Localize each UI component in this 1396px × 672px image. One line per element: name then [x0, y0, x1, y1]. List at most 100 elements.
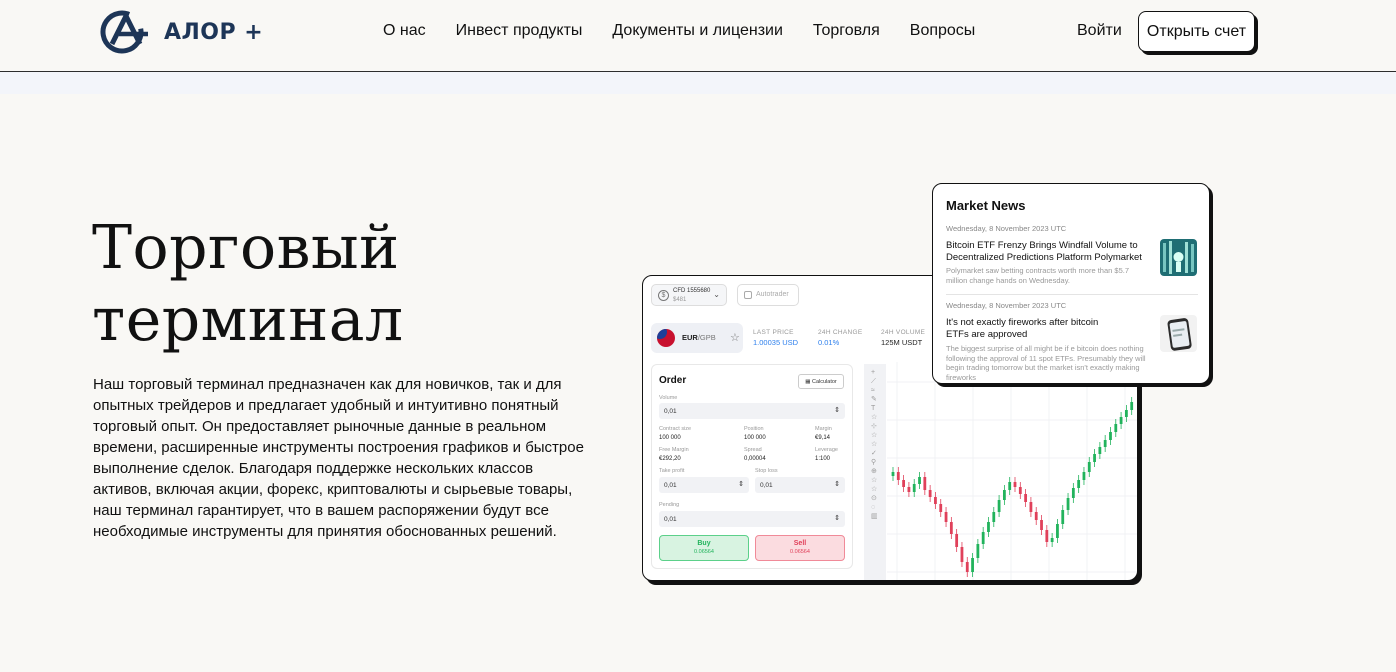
nav-documents[interactable]: Документы и лицензии — [612, 22, 783, 40]
candle-body — [1082, 472, 1086, 480]
candle-body — [965, 562, 969, 572]
volume-input[interactable]: 0,01 ⇕ — [659, 403, 845, 419]
pair-base: EUR — [682, 333, 698, 342]
site-header: АЛОР + О нас Инвест продукты Документы и… — [0, 0, 1396, 72]
candle-body — [1056, 524, 1059, 538]
stat-24h-volume: 24H VOLUME 125M USDT — [881, 329, 925, 347]
take-profit-input[interactable]: 0,01 ⇕ — [659, 477, 749, 493]
candle-body — [1119, 417, 1123, 424]
logo-text: АЛОР + — [164, 19, 264, 45]
line-tool-icon[interactable]: ⟋ — [871, 377, 876, 386]
news-summary: Polymarket saw betting contracts worth m… — [946, 266, 1130, 285]
alor-logo-icon — [100, 10, 148, 54]
autotrader-button[interactable]: Autotrader — [737, 284, 799, 306]
news-date: Wednesday, 8 November 2023 UTC — [946, 224, 1067, 233]
hero-description: Наш торговый терминал предназначен как д… — [93, 376, 584, 540]
account-id: CFD 1555680 — [673, 288, 711, 294]
pair-selector[interactable]: EUR/GPB ☆ — [651, 323, 743, 353]
candle-body — [997, 500, 1001, 512]
nav-invest-products[interactable]: Инвест продукты — [456, 22, 583, 40]
flag-icon — [657, 329, 675, 347]
sell-price: 0.06564 — [790, 549, 810, 555]
star-icon[interactable]: ☆ — [730, 331, 740, 344]
calculator-icon: ▦ — [805, 378, 812, 385]
nav-trading[interactable]: Торговля — [813, 22, 880, 40]
detail-label: Leverage — [815, 447, 838, 453]
star-tool-icon[interactable]: ☆ — [871, 485, 877, 494]
candle-body — [939, 504, 943, 512]
trash-icon[interactable]: ▥ — [871, 512, 878, 521]
candlestick-chart[interactable] — [887, 362, 1138, 581]
sell-button[interactable]: Sell 0.06564 — [755, 535, 845, 561]
drawing-toolbar: + ⟋ ≈ ✎ T ☆ ⊹ ☆ ☆ ✓ ⚲ ⊕ ☆ ☆ ⊙ ◌ ▥ — [864, 364, 886, 580]
star-tool-icon[interactable]: ☆ — [871, 413, 877, 422]
candle-body — [1066, 498, 1070, 510]
volume-value: 0,01 — [664, 408, 677, 415]
news-separator — [946, 294, 1198, 295]
detail-label: Contract size — [659, 426, 692, 432]
stat-value: 0.01% — [818, 338, 840, 347]
account-selector[interactable]: $ CFD 1555680 $481 ⌄ — [651, 284, 727, 306]
news-headline[interactable]: Bitcoin ETF Frenzy Brings Windfall Volum… — [946, 240, 1156, 264]
candle-body — [960, 547, 964, 562]
check-tool-icon[interactable]: ✓ — [871, 449, 877, 458]
candle-body — [1103, 440, 1107, 447]
buy-button[interactable]: Buy 0.06564 — [659, 535, 749, 561]
sell-label: Sell — [793, 540, 807, 547]
logo[interactable]: АЛОР + — [96, 8, 263, 56]
calculator-button[interactable]: ▦ Calculator — [798, 374, 844, 389]
candle-body — [992, 512, 996, 522]
news-thumbnail[interactable] — [1160, 315, 1197, 352]
candle-body — [928, 490, 932, 497]
brush-tool-icon[interactable]: ✎ — [871, 395, 877, 404]
login-link[interactable]: Войти — [1077, 22, 1122, 40]
detail-value: €292,20 — [659, 456, 681, 462]
candle-body — [891, 472, 895, 476]
nav-about[interactable]: О нас — [383, 22, 426, 40]
zoom-icon[interactable]: ⊕ — [871, 467, 877, 476]
candle-body — [1114, 424, 1118, 432]
header-divider-strip — [0, 72, 1396, 94]
stepper-icon[interactable]: ⇕ — [834, 480, 840, 488]
order-title: Order — [659, 375, 687, 386]
news-headline[interactable]: It's not exactly fireworks after bitcoin… — [946, 317, 1116, 341]
candle-body — [1024, 494, 1028, 502]
stepper-icon[interactable]: ⇕ — [834, 406, 840, 414]
take-profit-value: 0,01 — [664, 482, 677, 489]
link-tool-icon[interactable]: ⚲ — [871, 458, 876, 467]
lock-icon[interactable]: ⊙ — [871, 494, 877, 503]
candle-body — [934, 497, 937, 504]
detail-value: 100 000 — [659, 435, 681, 441]
stepper-icon[interactable]: ⇕ — [834, 514, 840, 522]
stat-24h-change: 24H CHANGE 0.01% — [818, 329, 863, 347]
open-account-button[interactable]: Открыть счет — [1138, 11, 1255, 52]
candle-body — [1029, 502, 1033, 512]
account-balance: $481 — [673, 297, 687, 303]
star-tool-icon[interactable]: ☆ — [871, 431, 877, 440]
candle-body — [1077, 480, 1081, 488]
crosshair-icon[interactable]: + — [871, 368, 875, 377]
star-tool-icon[interactable]: ☆ — [871, 476, 877, 485]
pending-label: Pending — [659, 502, 680, 508]
candle-body — [1008, 482, 1012, 490]
pending-input[interactable]: 0,01 ⇕ — [659, 511, 845, 527]
detail-label: Margin — [815, 426, 832, 432]
market-news-card: Market News Wednesday, 8 November 2023 U… — [932, 183, 1210, 384]
ruler-icon[interactable]: ⊹ — [871, 422, 877, 431]
stepper-icon[interactable]: ⇕ — [738, 480, 744, 488]
candle-body — [1013, 482, 1017, 487]
page-title: Торговый терминал — [92, 212, 404, 356]
news-thumbnail[interactable] — [1160, 239, 1197, 276]
nav-questions[interactable]: Вопросы — [910, 22, 976, 40]
candle-body — [1087, 462, 1091, 472]
eye-icon[interactable]: ◌ — [871, 503, 875, 512]
stop-loss-input[interactable]: 0,01 ⇕ — [755, 477, 845, 493]
candle-body — [981, 532, 985, 544]
buy-label: Buy — [697, 540, 711, 547]
star-tool-icon[interactable]: ☆ — [871, 440, 877, 449]
multiline-tool-icon[interactable]: ≈ — [871, 386, 875, 395]
stat-label: 24H VOLUME — [881, 329, 926, 336]
candle-body — [949, 522, 953, 534]
text-tool-icon[interactable]: T — [871, 404, 875, 413]
detail-value: 0,00004 — [744, 456, 766, 462]
